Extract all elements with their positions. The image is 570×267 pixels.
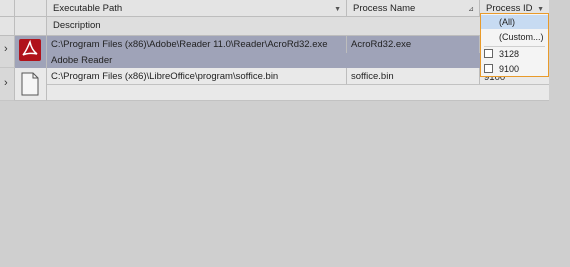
- row-indicator[interactable]: ›: [0, 36, 15, 68]
- filter-option-all[interactable]: (All): [481, 15, 548, 29]
- description-column-header[interactable]: Description: [47, 17, 549, 36]
- icon-subheader: [15, 17, 47, 36]
- description-cell[interactable]: Adobe Reader: [47, 53, 549, 68]
- sort-filter-icon[interactable]: ⊿: [468, 3, 474, 16]
- executable-path-header-label: Executable Path: [53, 3, 123, 14]
- process-id-filter-dropdown[interactable]: (All) (Custom...) 3128 9100: [480, 13, 549, 77]
- checkbox[interactable]: [484, 64, 493, 73]
- process-name-cell[interactable]: soffice.bin: [347, 68, 480, 85]
- adobe-reader-icon: [19, 39, 41, 61]
- filter-option-checkbox[interactable]: 3128: [481, 47, 548, 61]
- filter-option-checkbox[interactable]: 9100: [481, 62, 548, 76]
- row-icon-cell[interactable]: [15, 68, 47, 101]
- filter-icon[interactable]: ▼: [334, 3, 341, 16]
- filter-option-label: 9100: [499, 64, 520, 74]
- process-grid: Executable Path ▼ Process Name ⊿ Process…: [0, 0, 549, 101]
- process-name-column-header[interactable]: Process Name ⊿: [347, 0, 480, 17]
- description-cell[interactable]: [47, 85, 549, 101]
- expand-icon[interactable]: ›: [4, 43, 8, 55]
- description-header-label: Description: [53, 20, 101, 31]
- process-name-cell[interactable]: AcroRd32.exe: [347, 36, 480, 53]
- row-indicator-subheader: [0, 17, 15, 36]
- filter-option-custom[interactable]: (Custom...): [481, 30, 548, 44]
- row-icon-cell[interactable]: [15, 36, 47, 68]
- checkbox[interactable]: [484, 49, 493, 58]
- document-icon: [21, 72, 39, 96]
- executable-path-cell[interactable]: C:\Program Files (x86)\LibreOffice\progr…: [47, 68, 347, 85]
- icon-column-header: [15, 0, 47, 17]
- filter-option-label: 3128: [499, 49, 520, 59]
- executable-path-cell[interactable]: C:\Program Files (x86)\Adobe\Reader 11.0…: [47, 36, 347, 53]
- row-indicator-header: [0, 0, 15, 17]
- row-indicator[interactable]: ›: [0, 68, 15, 101]
- process-name-header-label: Process Name: [353, 3, 416, 14]
- expand-icon[interactable]: ›: [4, 77, 8, 89]
- executable-path-column-header[interactable]: Executable Path ▼: [47, 0, 347, 17]
